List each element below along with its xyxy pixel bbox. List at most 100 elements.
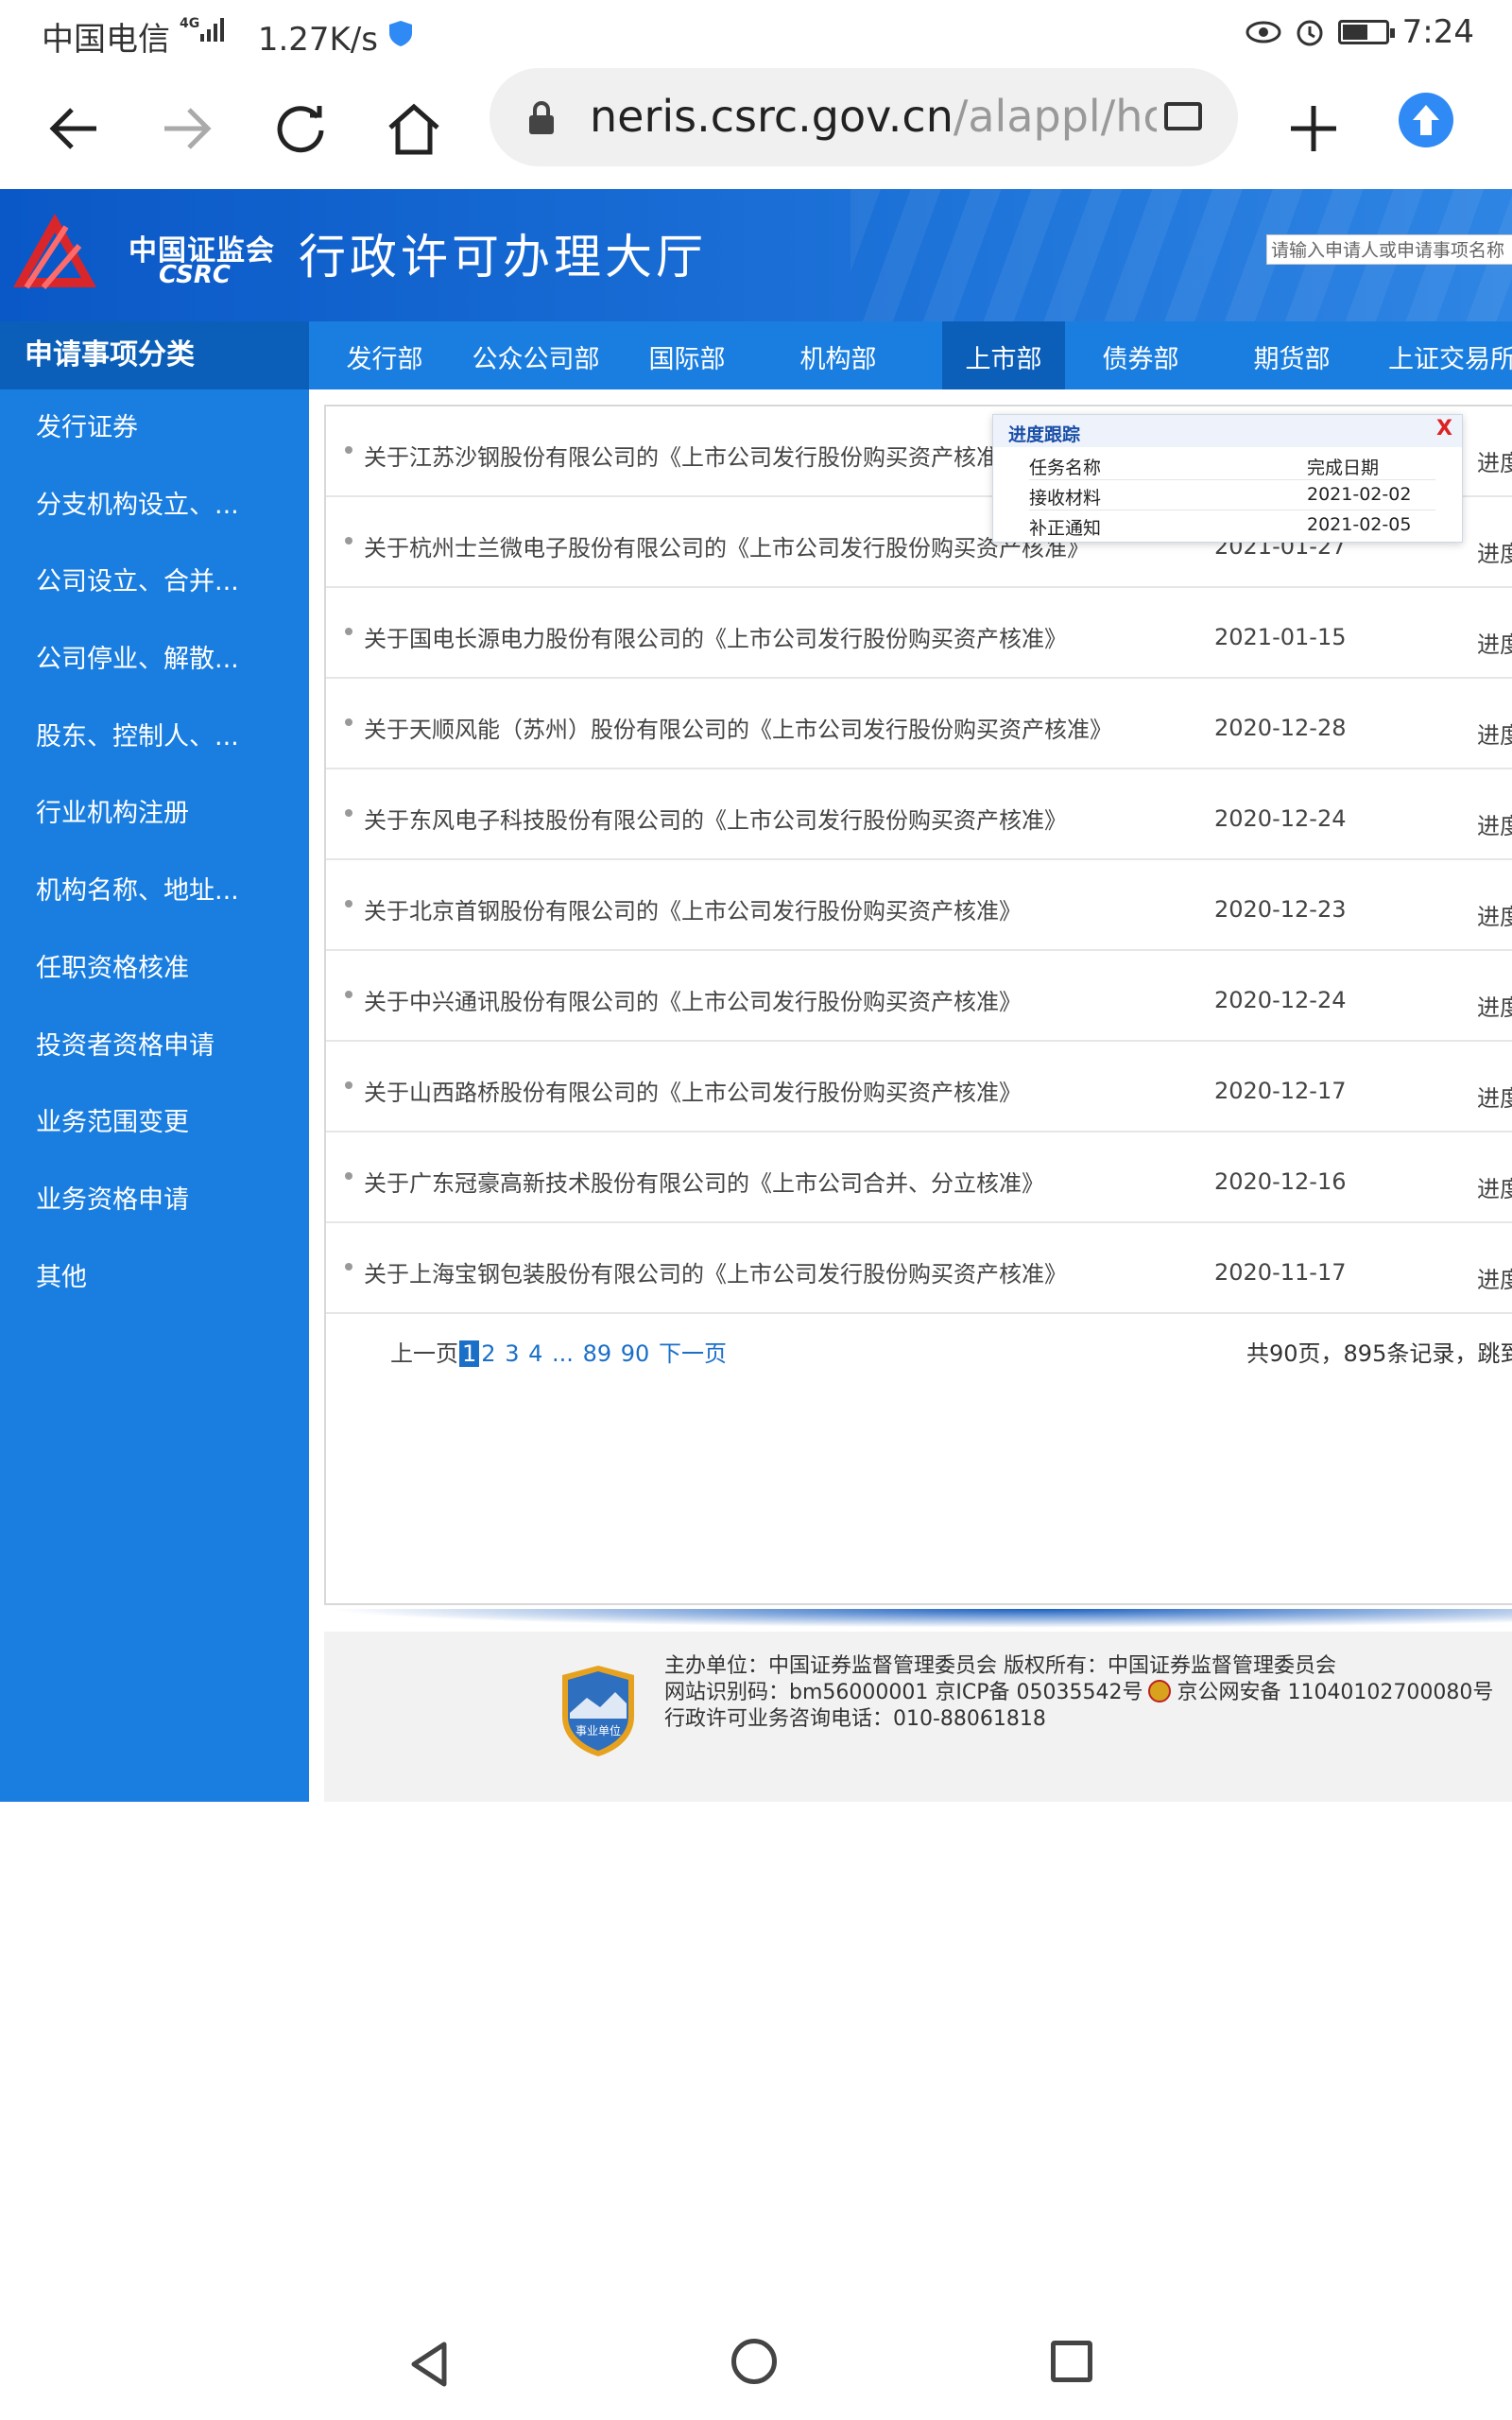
row-date: 2020-12-17 xyxy=(1214,1078,1347,1104)
bullet-icon xyxy=(345,446,352,454)
tab-bonds[interactable]: 债券部 xyxy=(1065,321,1216,389)
system-nav-bar xyxy=(0,2307,1512,2420)
browser-toolbar: neris.csrc.gov.cn/alappl/hc xyxy=(0,68,1512,189)
row-title[interactable]: 关于山西路桥股份有限公司的《上市公司发行股份购买资产核准》 xyxy=(364,1074,1022,1107)
page-link[interactable]: 90 xyxy=(621,1340,650,1367)
row-title[interactable]: 关于广东冠豪高新技术股份有限公司的《上市公司合并、分立核准》 xyxy=(364,1165,1044,1198)
row-title[interactable]: 关于东风电子科技股份有限公司的《上市公司发行股份购买资产核准》 xyxy=(364,802,1067,835)
sidebar-item-company-setup[interactable]: 公司设立、合并... xyxy=(0,544,309,621)
bullet-icon xyxy=(345,1172,352,1180)
task-name: 补正通知 xyxy=(1029,518,1102,539)
tab-public-company[interactable]: 公众公司部 xyxy=(460,321,611,389)
sidebar-item-branch-setup[interactable]: 分支机构设立、... xyxy=(0,467,309,544)
prev-page-link[interactable]: 上一页 xyxy=(390,1340,458,1367)
tab-issuance[interactable]: 发行部 xyxy=(309,321,460,389)
task-name: 接收材料 xyxy=(1029,488,1102,509)
tab-international[interactable]: 国际部 xyxy=(611,321,763,389)
footer-police-record[interactable]: 京公网安备 11040102700080号 xyxy=(1177,1681,1493,1704)
sidebar-item-business-qualification[interactable]: 业务资格申请 xyxy=(0,1162,309,1239)
sidebar-item-investor-qualification[interactable]: 投资者资格申请 xyxy=(0,1008,309,1085)
row-progress-link[interactable]: 进度 xyxy=(1477,1170,1512,1203)
pagination: 上一页 1 2 3 4 ... 89 90 下一页 xyxy=(390,1335,728,1368)
row-title[interactable]: 关于上海宝钢包装股份有限公司的《上市公司发行股份购买资产核准》 xyxy=(364,1255,1067,1288)
system-recents-icon[interactable] xyxy=(1051,2341,1092,2382)
url-host: neris.csrc.gov.cn xyxy=(590,91,954,142)
sidebar-item-other[interactable]: 其他 xyxy=(0,1239,309,1317)
table-row: 关于天顺风能（苏州）股份有限公司的《上市公司发行股份购买资产核准》 2020-1… xyxy=(326,679,1512,769)
site-footer: 事业单位 主办单位：中国证券监督管理委员会 版权所有：中国证券监督管理委员会 网… xyxy=(324,1632,1512,1802)
popup-title: 进度跟踪 xyxy=(1008,424,1081,445)
sidebar-item-business-scope[interactable]: 业务范围变更 xyxy=(0,1084,309,1162)
row-progress-link[interactable]: 进度 xyxy=(1477,444,1512,477)
row-title[interactable]: 关于北京首钢股份有限公司的《上市公司发行股份购买资产核准》 xyxy=(364,892,1022,925)
desktop-mode-icon[interactable] xyxy=(1164,102,1202,130)
row-progress-link[interactable]: 进度 xyxy=(1477,807,1512,840)
page-link[interactable]: 4 xyxy=(528,1340,542,1367)
sidebar: 申请事项分类 发行证券 分支机构设立、... 公司设立、合并... 公司停业、解… xyxy=(0,321,309,1802)
reload-icon[interactable] xyxy=(265,93,336,164)
clock: 7:24 xyxy=(1401,13,1474,51)
row-title[interactable]: 关于中兴通讯股份有限公司的《上市公司发行股份购买资产核准》 xyxy=(364,983,1022,1016)
row-progress-link[interactable]: 进度 xyxy=(1477,535,1512,568)
popup-row: 补正通知 2021-02-05 xyxy=(1029,510,1435,540)
row-date: 2021-01-15 xyxy=(1214,624,1347,650)
system-home-icon[interactable] xyxy=(731,2339,777,2384)
home-icon[interactable] xyxy=(378,93,450,164)
table-row: 关于国电长源电力股份有限公司的《上市公司发行股份购买资产核准》 2021-01-… xyxy=(326,588,1512,679)
next-page-link[interactable]: 下一页 xyxy=(659,1340,727,1367)
row-date: 2020-11-17 xyxy=(1214,1259,1347,1286)
url-text[interactable]: neris.csrc.gov.cn/alappl/hc xyxy=(590,91,1157,142)
site-header: 中国证监会 CSRC 行政许可办理大厅 请输入申请人或申请事项名称 xyxy=(0,189,1512,321)
security-shield-icon xyxy=(389,21,412,46)
sidebar-item-name-address[interactable]: 机构名称、地址... xyxy=(0,853,309,930)
sidebar-item-company-suspension[interactable]: 公司停业、解散... xyxy=(0,621,309,699)
sidebar-item-issue-securities[interactable]: 发行证券 xyxy=(0,389,309,467)
page-ellipsis: ... xyxy=(552,1340,574,1367)
task-date: 2021-02-02 xyxy=(1307,484,1412,505)
table-row: 关于上海宝钢包装股份有限公司的《上市公司发行股份购买资产核准》 2020-11-… xyxy=(326,1223,1512,1314)
row-progress-link[interactable]: 进度 xyxy=(1477,1261,1512,1294)
popup-row: 接收材料 2021-02-02 xyxy=(1029,479,1435,510)
update-arrow-icon[interactable] xyxy=(1399,93,1453,147)
row-progress-link[interactable]: 进度 xyxy=(1477,898,1512,931)
eye-icon xyxy=(1246,21,1281,43)
table-row: 关于北京首钢股份有限公司的《上市公司发行股份购买资产核准》 2020-12-23… xyxy=(326,860,1512,951)
row-progress-link[interactable]: 进度 xyxy=(1477,717,1512,750)
row-progress-link[interactable]: 进度 xyxy=(1477,626,1512,659)
tab-institutions[interactable]: 机构部 xyxy=(763,321,914,389)
page-link[interactable]: 2 xyxy=(481,1340,495,1367)
tab-listed-companies[interactable]: 上市部 xyxy=(942,321,1065,389)
alarm-icon xyxy=(1297,20,1323,46)
bullet-icon xyxy=(345,809,352,817)
sidebar-item-qualification[interactable]: 任职资格核准 xyxy=(0,930,309,1008)
tab-sse[interactable]: 上证交易所 xyxy=(1367,321,1512,389)
system-back-icon[interactable] xyxy=(408,2341,450,2388)
footer-phone: 行政许可业务咨询电话：010-88061818 xyxy=(664,1707,1046,1731)
forward-arrow-icon[interactable] xyxy=(151,93,223,164)
bullet-icon xyxy=(345,718,352,726)
page-link[interactable]: 89 xyxy=(583,1340,612,1367)
row-title[interactable]: 关于杭州士兰微电子股份有限公司的《上市公司发行股份购买资产核准》 xyxy=(364,529,1090,562)
address-bar[interactable]: neris.csrc.gov.cn/alappl/hc xyxy=(490,68,1238,166)
row-date: 2020-12-24 xyxy=(1214,805,1347,832)
close-icon[interactable]: X xyxy=(1436,417,1452,441)
bullet-icon xyxy=(345,900,352,908)
bullet-icon xyxy=(345,628,352,635)
sidebar-item-industry-registration[interactable]: 行业机构注册 xyxy=(0,775,309,853)
page-link[interactable]: 3 xyxy=(505,1340,519,1367)
row-title[interactable]: 关于国电长源电力股份有限公司的《上市公司发行股份购买资产核准》 xyxy=(364,620,1067,653)
row-title[interactable]: 关于天顺风能（苏州）股份有限公司的《上市公司发行股份购买资产核准》 xyxy=(364,711,1112,744)
search-input[interactable]: 请输入申请人或申请事项名称 xyxy=(1266,234,1512,265)
bullet-icon xyxy=(345,1081,352,1089)
net-speed: 1.27K/s xyxy=(257,21,378,59)
row-title[interactable]: 关于江苏沙钢股份有限公司的《上市公司发行股份购买资产核准》 xyxy=(364,439,1022,472)
page-current[interactable]: 1 xyxy=(459,1340,480,1367)
sidebar-item-shareholders[interactable]: 股东、控制人、... xyxy=(0,699,309,776)
popup-header-row: 任务名称 完成日期 xyxy=(1029,449,1435,480)
task-date: 2021-02-05 xyxy=(1307,514,1412,535)
row-progress-link[interactable]: 进度 xyxy=(1477,1080,1512,1113)
tab-futures[interactable]: 期货部 xyxy=(1216,321,1367,389)
row-progress-link[interactable]: 进度 xyxy=(1477,989,1512,1022)
back-arrow-icon[interactable] xyxy=(38,93,110,164)
new-tab-plus-icon[interactable] xyxy=(1278,93,1349,164)
